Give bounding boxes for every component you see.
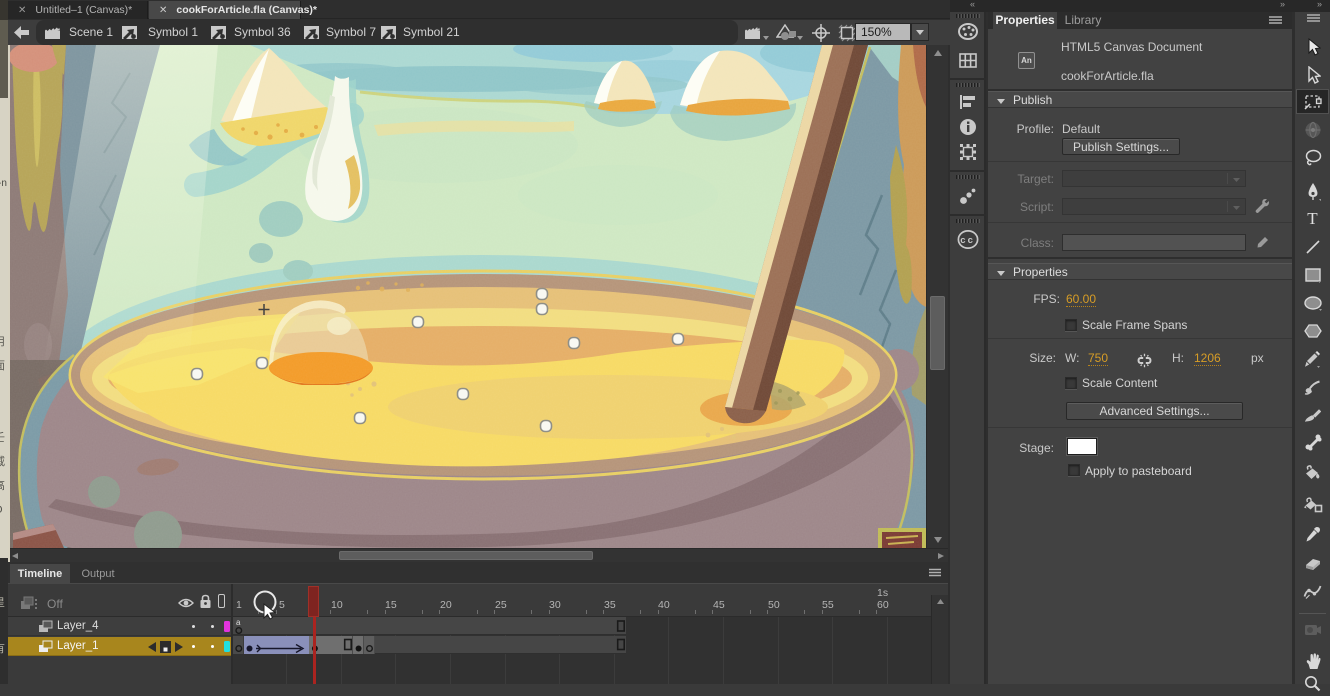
svg-text:c: c bbox=[960, 235, 965, 246]
svg-text:a: a bbox=[236, 618, 241, 627]
svg-text:c: c bbox=[968, 235, 973, 246]
